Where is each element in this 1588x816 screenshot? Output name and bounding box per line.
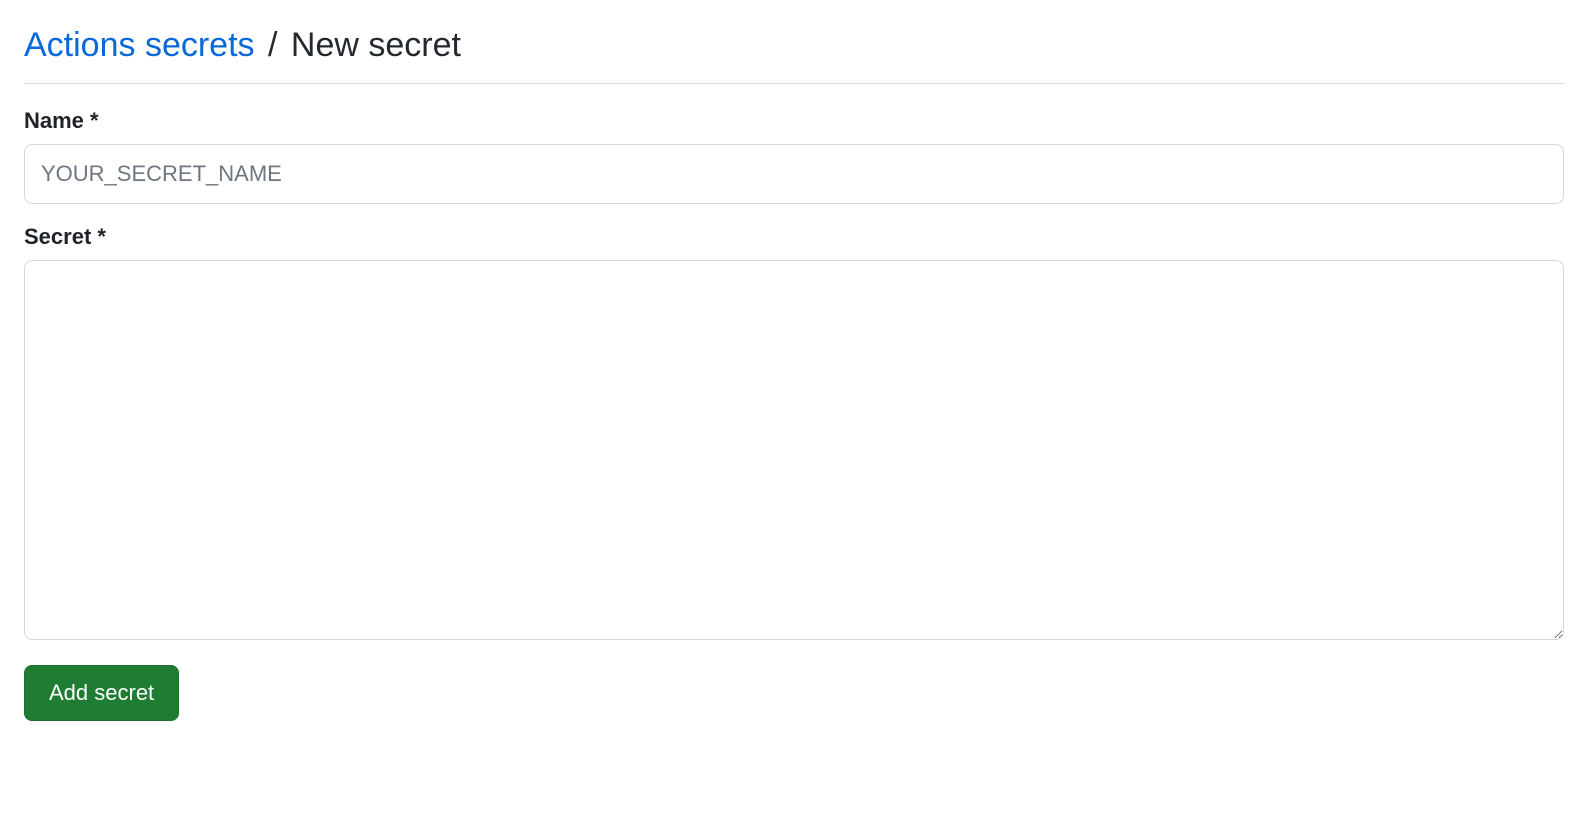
secret-field-group: Secret * <box>24 224 1564 645</box>
page-subtitle: New secret <box>291 26 461 64</box>
page-title: Actions secrets / New secret <box>24 24 1564 67</box>
secret-label: Secret * <box>24 224 1564 250</box>
add-secret-button[interactable]: Add secret <box>24 665 179 721</box>
name-input[interactable] <box>24 144 1564 205</box>
name-field-group: Name * <box>24 108 1564 205</box>
breadcrumb-link-actions-secrets[interactable]: Actions secrets <box>24 26 255 64</box>
name-label: Name * <box>24 108 1564 134</box>
secret-textarea[interactable] <box>24 260 1564 640</box>
new-secret-form: Name * Secret * Add secret <box>24 108 1564 722</box>
page-header: Actions secrets / New secret <box>24 24 1564 84</box>
breadcrumb-separator: / <box>268 26 277 64</box>
